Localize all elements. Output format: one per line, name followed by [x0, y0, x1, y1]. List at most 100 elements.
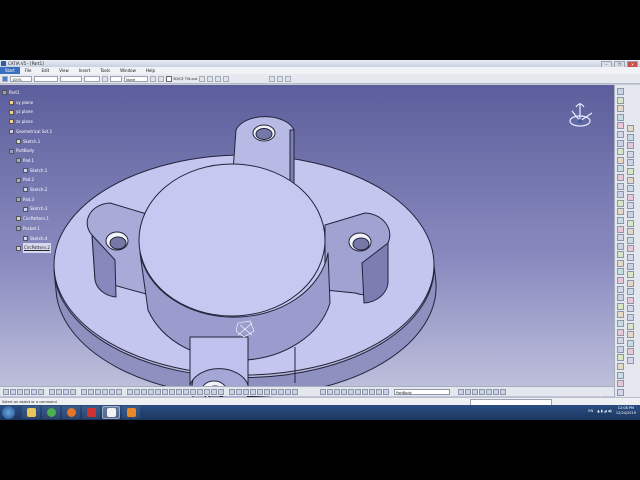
formula-icon[interactable]	[285, 75, 292, 82]
workbench-tool-icon[interactable]	[617, 259, 624, 267]
display-tool-icon[interactable]	[292, 388, 298, 395]
tree-node[interactable]: yz plane	[9, 107, 52, 117]
tree-node[interactable]: Pad.3	[16, 195, 52, 205]
workbench-tool-icon[interactable]	[617, 320, 624, 328]
menu-start[interactable]: Start	[0, 67, 20, 74]
workbench-tool-icon[interactable]	[617, 88, 624, 95]
standard-tool-icon[interactable]	[24, 388, 30, 395]
display-tool-icon[interactable]	[250, 388, 256, 395]
workbench-tool-icon[interactable]	[617, 311, 624, 319]
tree-node[interactable]: Sketch.4	[23, 234, 52, 244]
part-design-tool-icon[interactable]	[627, 176, 634, 184]
analysis-tool-icon[interactable]	[369, 388, 375, 395]
taskbar-app-button[interactable]	[82, 406, 100, 419]
part-design-tool-icon[interactable]	[627, 314, 634, 322]
measure-tool-icon[interactable]	[493, 388, 499, 395]
standard-tool-icon[interactable]	[10, 388, 16, 395]
menu-view[interactable]: View	[54, 67, 74, 74]
sketch-tool-icon[interactable]	[88, 388, 94, 395]
workbench-tool-icon[interactable]	[617, 191, 624, 199]
analysis-tool-icon[interactable]	[320, 388, 326, 395]
format-painter-icon[interactable]	[150, 75, 156, 82]
display-tool-icon[interactable]	[278, 388, 284, 395]
tree-node[interactable]: Sketch.1	[23, 166, 52, 176]
edit-tool-icon[interactable]	[63, 388, 69, 395]
workbench-tool-icon[interactable]	[617, 371, 624, 379]
workbench-tool-icon[interactable]	[617, 122, 624, 130]
measure-tool-icon[interactable]	[500, 388, 506, 395]
part-design-tool-icon[interactable]	[627, 150, 634, 158]
workbench-tool-icon[interactable]	[617, 182, 624, 190]
analysis-tool-icon[interactable]	[334, 388, 340, 395]
specification-tree[interactable]: Part1 xy plane yz plane zx plane Geometrical…	[2, 88, 52, 253]
part-design-tool-icon[interactable]	[627, 339, 634, 347]
view-tool-icon[interactable]	[148, 388, 154, 395]
part-design-tool-icon[interactable]	[627, 305, 634, 313]
tilt-checkbox[interactable]: 3D/CE Tilt-out	[166, 75, 197, 82]
axis-icon[interactable]	[215, 75, 222, 82]
edit-tool-icon[interactable]	[56, 388, 62, 395]
workbench-tool-icon[interactable]	[617, 234, 624, 242]
workbench-tool-icon[interactable]	[617, 173, 624, 181]
view-tool-icon[interactable]	[162, 388, 168, 395]
measure-tool-icon[interactable]	[465, 388, 471, 395]
part-design-tool-icon[interactable]	[627, 133, 634, 141]
workbench-tool-icon[interactable]	[617, 277, 624, 285]
workbench-tool-icon[interactable]	[617, 354, 624, 362]
taskbar-app-button[interactable]	[22, 406, 40, 419]
part-design-tool-icon[interactable]	[627, 322, 634, 330]
display-tool-icon[interactable]	[257, 388, 263, 395]
part-design-tool-icon[interactable]	[627, 193, 634, 201]
tree-node[interactable]: CircPattern.1	[16, 214, 52, 224]
part-design-tool-icon[interactable]	[627, 142, 634, 150]
part-design-tool-icon[interactable]	[627, 159, 634, 167]
part-design-tool-icon[interactable]	[627, 271, 634, 279]
analysis-tool-icon[interactable]	[383, 388, 389, 395]
sketch-tool-icon[interactable]	[95, 388, 101, 395]
part-design-tool-icon[interactable]	[627, 296, 634, 304]
workbench-tool-icon[interactable]	[617, 363, 624, 370]
part-design-tool-icon[interactable]	[627, 202, 634, 210]
tree-node[interactable]: Sketch.3	[23, 204, 52, 214]
part-design-tool-icon[interactable]	[627, 125, 634, 132]
taskbar-app-button[interactable]	[62, 406, 80, 419]
language-indicator[interactable]: EN	[588, 409, 593, 413]
workbench-tool-icon[interactable]	[617, 105, 624, 113]
measure-tool-icon[interactable]	[486, 388, 492, 395]
view-tool-icon[interactable]	[197, 388, 203, 395]
view-tool-icon[interactable]	[204, 388, 210, 395]
menu-file[interactable]: File	[20, 67, 37, 74]
view-tool-icon[interactable]	[155, 388, 161, 395]
sketch-tool-icon[interactable]	[116, 388, 122, 395]
font-field[interactable]	[84, 75, 100, 82]
analysis-tool-icon[interactable]	[341, 388, 347, 395]
workbench-tool-icon[interactable]	[617, 268, 624, 276]
line-weight-field[interactable]	[60, 75, 82, 82]
workbench-tool-icon[interactable]	[617, 242, 624, 250]
part-design-tool-icon[interactable]	[627, 348, 634, 356]
knowledge-icon[interactable]	[269, 75, 276, 82]
sketch-tool-icon[interactable]	[109, 388, 115, 395]
parameters-icon[interactable]	[277, 75, 284, 82]
part-design-tool-icon[interactable]	[627, 185, 634, 193]
tree-node[interactable]: Part1	[2, 88, 52, 98]
clock[interactable]: 12:08 PM 12/24/2019	[616, 406, 636, 416]
measure-icon[interactable]	[207, 75, 214, 82]
tree-node[interactable]: xy plane	[9, 98, 52, 108]
layer-field[interactable]: None	[124, 75, 148, 82]
tree-node[interactable]: Sketch.2	[23, 185, 52, 195]
part-design-tool-icon[interactable]	[627, 262, 634, 270]
view-tool-icon[interactable]	[218, 388, 224, 395]
edit-tool-icon[interactable]	[49, 388, 55, 395]
part-model[interactable]	[0, 85, 614, 410]
taskbar-app-button[interactable]	[102, 406, 120, 419]
tree-node[interactable]: Geometrical Set.1	[9, 127, 52, 137]
snap-icon[interactable]	[199, 75, 206, 82]
part-design-tool-icon[interactable]	[627, 210, 634, 218]
measure-tool-icon[interactable]	[458, 388, 464, 395]
standard-tool-icon[interactable]	[31, 388, 37, 395]
workbench-tool-icon[interactable]	[617, 113, 624, 121]
part-design-tool-icon[interactable]	[627, 245, 634, 253]
measure-tool-icon[interactable]	[479, 388, 485, 395]
display-tool-icon[interactable]	[229, 388, 235, 395]
